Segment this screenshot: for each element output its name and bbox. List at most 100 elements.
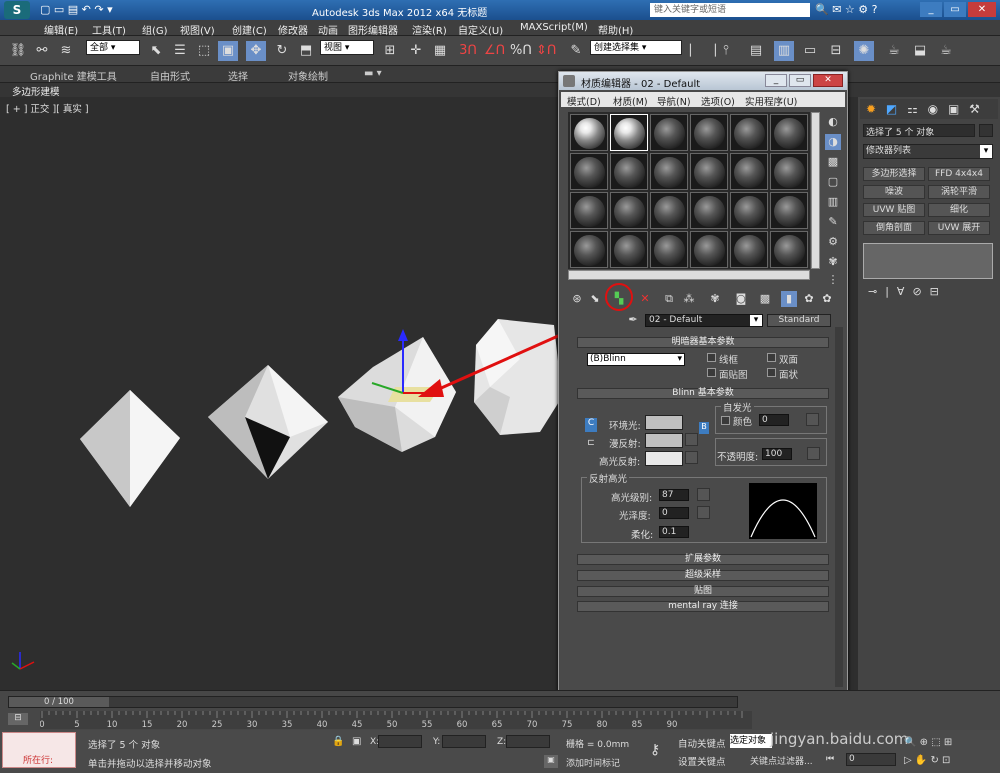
lock-selection-icon[interactable]: 🔒 <box>332 736 344 747</box>
curve-editor-icon[interactable]: ▭ <box>800 41 820 61</box>
stack-tools[interactable]: ⊸|∀⊘⊟ <box>868 285 947 298</box>
mat-menu-navigation[interactable]: 导航(N) <box>657 94 691 108</box>
go-forward-icon[interactable]: ✿ <box>819 291 835 307</box>
link-icon[interactable]: ⛓ <box>8 41 28 61</box>
spec-level-spinner[interactable]: 87 <box>659 489 689 501</box>
mod-poly-select-button[interactable]: 多边形选择 <box>863 167 925 181</box>
get-material-icon[interactable]: ⊛ <box>569 291 585 307</box>
absolute-mode-icon[interactable]: ▣ <box>352 736 361 747</box>
sample-options-icon[interactable]: ⚙ <box>825 234 841 250</box>
opacity-map-button[interactable] <box>807 447 820 460</box>
menu-rendering[interactable]: 渲染(R) <box>412 22 447 37</box>
shader-rollout-header[interactable]: 明暗器基本参数 <box>577 337 829 348</box>
put-to-library-icon[interactable]: ✾ <box>707 291 723 307</box>
command-panel-tabs[interactable]: ✹ ◩ ⚏ ◉ ▣ ⚒ <box>860 99 998 119</box>
lock-diffuse-button[interactable]: ⊏ <box>585 438 597 452</box>
material-sample-slot[interactable] <box>770 114 808 151</box>
menu-customize[interactable]: 自定义(U) <box>458 22 503 37</box>
mental-ray-rollout[interactable]: mental ray 连接 <box>577 601 829 612</box>
material-sample-slot[interactable] <box>650 114 688 151</box>
mat-menu-material[interactable]: 材质(M) <box>613 94 648 108</box>
material-sample-slot[interactable] <box>650 231 688 268</box>
mat-menu-utilities[interactable]: 实用程序(U) <box>745 94 797 108</box>
material-sample-slot[interactable] <box>570 231 608 268</box>
schematic-view-icon[interactable]: ⊟ <box>826 41 846 61</box>
material-editor-titlebar[interactable]: 材质编辑器 - 02 - Default _ ▭ ✕ <box>559 72 847 90</box>
track-bar[interactable]: 0 5 10 15 20 25 30 35 40 45 50 55 60 65 70 75 80 85 90 <box>39 711 752 730</box>
set-key-button[interactable]: 设置关键点 <box>678 754 726 768</box>
graphite-toggle-icon[interactable]: ▥ <box>774 41 794 61</box>
ribbon-tab-freeform[interactable]: 自由形式 <box>150 68 190 83</box>
material-effects-icon[interactable]: ◙ <box>733 291 749 307</box>
playback-controls[interactable]: ⏮ <box>826 754 834 764</box>
named-selection-dropdown[interactable]: 创建选择集 ▾ <box>590 40 682 55</box>
material-sample-slot[interactable] <box>610 153 648 190</box>
snap-toggle-icon[interactable]: 3ᑎ <box>458 41 478 61</box>
modify-tab-icon[interactable]: ◩ <box>886 102 897 116</box>
mat-menu-options[interactable]: 选项(O) <box>701 94 735 108</box>
menu-modifiers[interactable]: 修改器 <box>278 22 308 37</box>
self-illum-color-checkbox[interactable] <box>721 416 730 425</box>
material-sample-slot[interactable] <box>770 231 808 268</box>
material-sample-slot[interactable] <box>690 192 728 229</box>
unlink-icon[interactable]: ⚯ <box>32 41 52 61</box>
align-icon[interactable]: ⫯ <box>716 41 736 61</box>
mat-maximize-button[interactable]: ▭ <box>789 74 811 87</box>
help-icons[interactable]: 🔍 ✉ ☆ ⚙ ? <box>815 3 877 16</box>
time-slider-thumb[interactable]: 0 / 100 <box>9 697 109 707</box>
material-sample-slot[interactable] <box>570 114 608 151</box>
maximize-button[interactable]: ▭ <box>944 2 966 17</box>
uv-tiling-icon[interactable]: ▢ <box>825 174 841 190</box>
rendered-frame-icon[interactable]: ⬓ <box>910 41 930 61</box>
self-illum-map-button[interactable] <box>806 413 819 426</box>
spec-level-map-button[interactable] <box>697 488 710 501</box>
selection-filter-dropdown[interactable]: 全部 ▾ <box>86 40 140 55</box>
go-to-parent-icon[interactable]: ✿ <box>801 291 817 307</box>
material-sample-slot[interactable] <box>650 153 688 190</box>
menu-group[interactable]: 组(G) <box>142 22 168 37</box>
utilities-tab-icon[interactable]: ⚒ <box>969 102 980 116</box>
two-sided-checkbox[interactable] <box>767 353 776 362</box>
x-coord-field[interactable] <box>378 735 422 748</box>
specular-swatch[interactable] <box>645 451 683 466</box>
ribbon-tab-graphite[interactable]: Graphite 建模工具 <box>30 68 117 83</box>
mod-turbosmooth-button[interactable]: 涡轮平滑 <box>928 185 990 199</box>
sample-slots-scrollbar[interactable] <box>568 270 810 280</box>
menu-edit[interactable]: 编辑(E) <box>44 22 78 37</box>
viewport-nav-icons[interactable]: 🔍 ⊕ ⬚ ⊞ ▷ ✋ ↻ ⊡ <box>904 734 996 770</box>
menu-tools[interactable]: 工具(T) <box>92 22 126 37</box>
select-manipulate-icon[interactable]: ✛ <box>406 41 426 61</box>
app-logo-icon[interactable]: S <box>4 1 30 19</box>
material-name-field[interactable]: 02 - Default ▾ <box>645 314 763 327</box>
material-editor-icon[interactable]: ✺ <box>854 41 874 61</box>
create-tab-icon[interactable]: ✹ <box>866 102 876 116</box>
make-preview-icon[interactable]: ✎ <box>825 214 841 230</box>
pick-material-icon[interactable]: ✒ <box>625 312 641 328</box>
menu-views[interactable]: 视图(V) <box>180 22 215 37</box>
render-setup-icon[interactable]: ☕ <box>884 41 904 61</box>
specular-map-button[interactable] <box>685 451 698 464</box>
shader-dropdown[interactable]: (B)Blinn ▾ <box>587 353 685 366</box>
add-time-tag[interactable]: 添加时间标记 <box>566 756 620 769</box>
supersampling-rollout[interactable]: 超级采样 <box>577 570 829 581</box>
make-unique-icon[interactable]: ⁂ <box>681 291 697 307</box>
material-sample-slot[interactable] <box>690 114 728 151</box>
material-sample-slot[interactable] <box>730 231 768 268</box>
material-sample-slot[interactable] <box>690 231 728 268</box>
material-sample-slot[interactable] <box>570 192 608 229</box>
menu-help[interactable]: 帮助(H) <box>598 22 633 37</box>
angle-snap-icon[interactable]: ∠ᑎ <box>484 41 505 61</box>
menu-create[interactable]: 创建(C) <box>232 22 267 37</box>
maxscript-listener[interactable]: 所在行: <box>2 732 76 768</box>
put-to-scene-icon[interactable]: ⬊ <box>587 291 603 307</box>
close-button[interactable]: ✕ <box>968 2 996 17</box>
material-sample-slot[interactable] <box>610 114 648 151</box>
bind-space-warp-icon[interactable]: ≋ <box>56 41 76 61</box>
lock-map-button[interactable]: B <box>699 422 709 434</box>
percent-snap-icon[interactable]: %ᑎ <box>510 41 532 61</box>
material-sample-slot[interactable] <box>770 192 808 229</box>
track-bar-key-icon[interactable]: ⊟ <box>8 713 28 725</box>
pivot-center-icon[interactable]: ⊞ <box>380 41 400 61</box>
z-coord-field[interactable] <box>506 735 550 748</box>
mirror-icon[interactable]: ⎸⎹ <box>690 41 716 61</box>
